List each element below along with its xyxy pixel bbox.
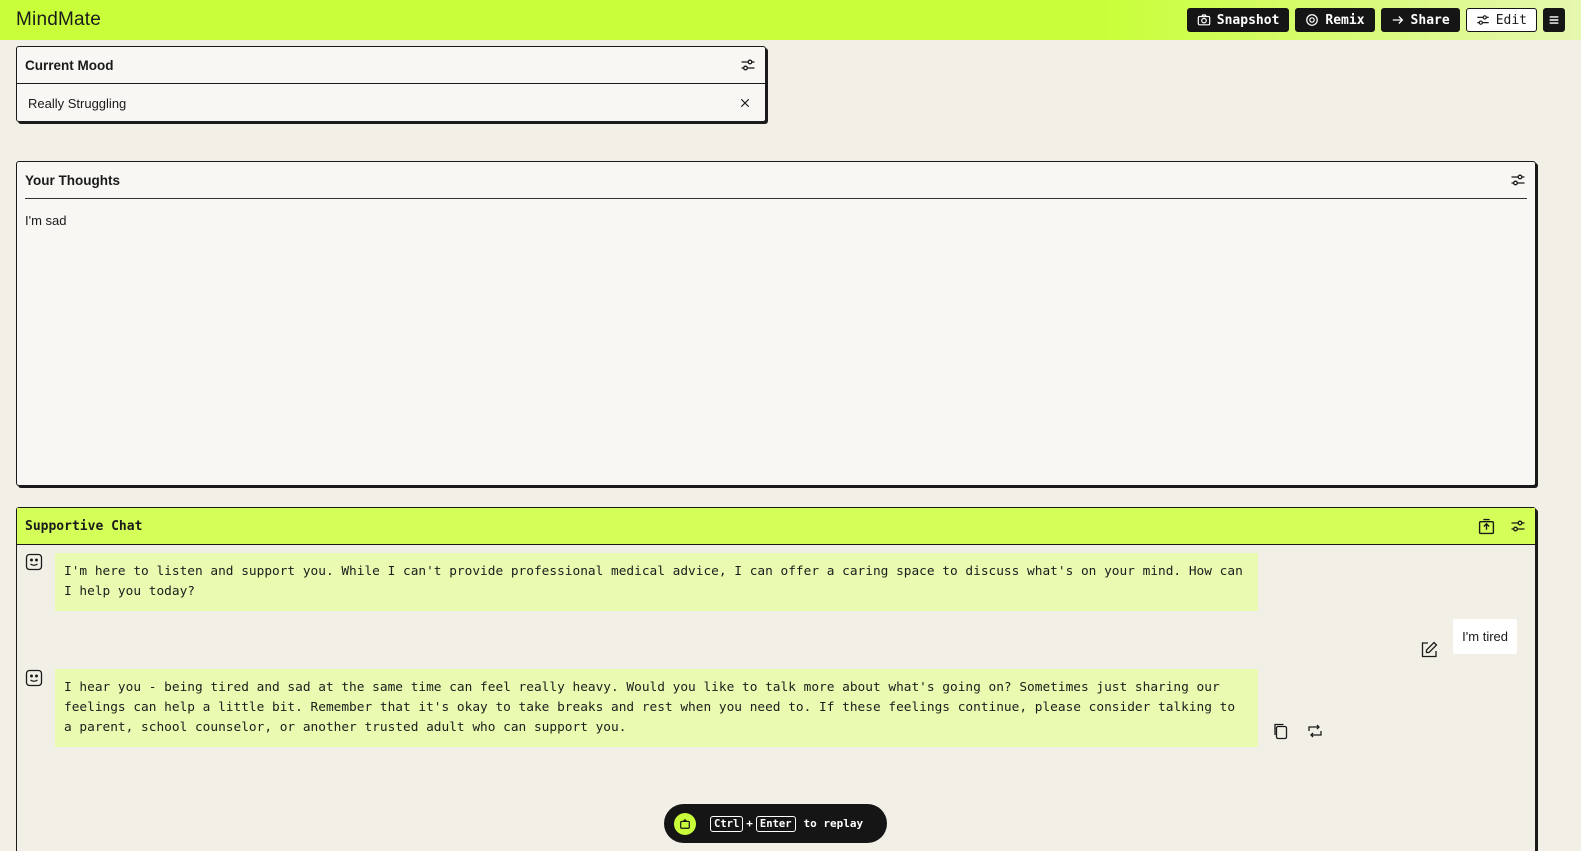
thoughts-title: Your Thoughts: [25, 172, 120, 188]
sliders-icon: [1477, 15, 1489, 25]
user-message-text: I'm tired: [1453, 619, 1517, 654]
edit-message-icon[interactable]: [1419, 640, 1439, 660]
plus-sign: +: [746, 817, 753, 830]
clear-icon[interactable]: [736, 94, 754, 112]
edit-label: Edit: [1495, 12, 1527, 28]
mood-selection[interactable]: Really Struggling: [17, 84, 765, 122]
ctrl-key: Ctrl: [710, 815, 744, 832]
thoughts-textarea[interactable]: I'm sad: [17, 199, 1535, 242]
assistant-message: I'm here to listen and support you. Whil…: [25, 553, 1258, 611]
share-button[interactable]: Share: [1380, 8, 1460, 32]
regenerate-icon[interactable]: [1306, 722, 1324, 740]
enter-key: Enter: [755, 815, 796, 832]
mood-header: Current Mood: [17, 47, 765, 84]
remix-label: Remix: [1325, 12, 1365, 28]
bot-face-icon: [25, 553, 43, 571]
camera-icon: [1197, 14, 1211, 26]
replay-icon[interactable]: [674, 812, 696, 835]
settings-sliders-icon[interactable]: [1509, 171, 1527, 189]
snapshot-label: Snapshot: [1216, 12, 1280, 28]
app-title: MindMate: [16, 9, 102, 30]
edit-button[interactable]: Edit: [1465, 8, 1537, 32]
top-bar: MindMate Snapshot Remix Share Edit: [0, 0, 1581, 40]
toolbar: Snapshot Remix Share Edit: [1186, 8, 1565, 32]
mood-value: Really Struggling: [28, 95, 127, 111]
settings-sliders-icon[interactable]: [1509, 517, 1527, 535]
export-icon[interactable]: [1477, 517, 1495, 535]
menu-button[interactable]: [1543, 8, 1565, 32]
replay-label: to replay: [803, 817, 864, 830]
assistant-message: I hear you - being tired and sad at the …: [25, 669, 1258, 747]
chat-title: Supportive Chat: [25, 518, 143, 534]
bot-face-icon: [25, 669, 43, 687]
user-message: I'm tired: [1419, 619, 1517, 658]
snapshot-button[interactable]: Snapshot: [1186, 8, 1290, 32]
remix-button[interactable]: Remix: [1295, 8, 1375, 32]
supportive-chat-panel: Supportive Chat I'm here to listen and s…: [16, 507, 1536, 851]
chat-header: Supportive Chat: [17, 508, 1535, 545]
arrow-right-icon: [1392, 16, 1403, 24]
share-label: Share: [1410, 12, 1450, 28]
your-thoughts-panel: Your Thoughts I'm sad: [16, 161, 1536, 486]
copy-icon[interactable]: [1272, 722, 1290, 740]
settings-sliders-icon[interactable]: [739, 56, 757, 74]
replay-hint-bar[interactable]: Ctrl + Enter to replay: [664, 804, 887, 843]
mood-title: Current Mood: [25, 57, 114, 73]
assistant-message-text: I hear you - being tired and sad at the …: [55, 669, 1258, 747]
remix-icon: [1306, 14, 1319, 26]
hamburger-icon: [1549, 16, 1559, 24]
assistant-message-text: I'm here to listen and support you. Whil…: [55, 553, 1258, 611]
message-tools: [1272, 722, 1324, 740]
thoughts-header: Your Thoughts: [25, 162, 1527, 199]
current-mood-panel: Current Mood Really Struggling: [16, 46, 766, 122]
